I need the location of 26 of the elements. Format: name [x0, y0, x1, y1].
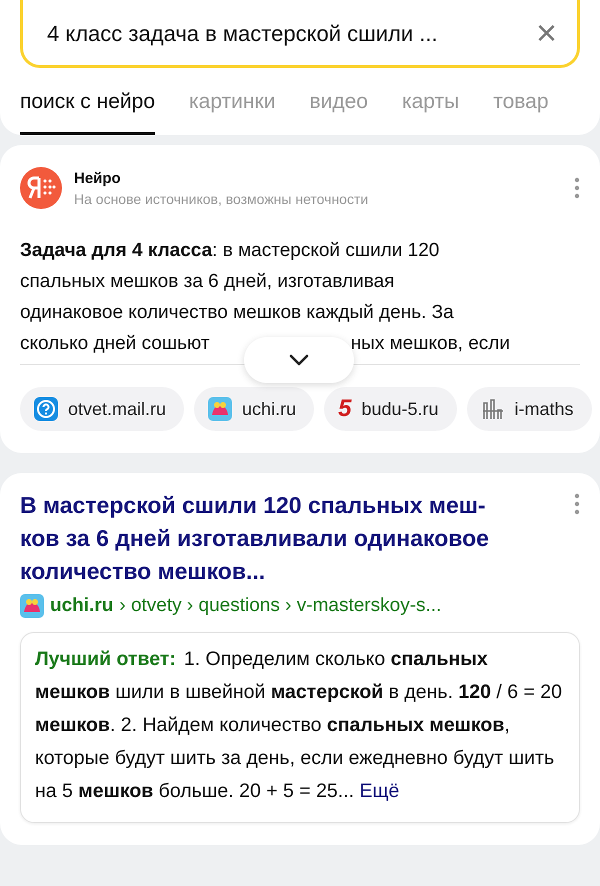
search-query: 4 класс задача в мастерской сшили ... [47, 21, 438, 48]
source-chip[interactable]: otvet.mail.ru [20, 387, 184, 431]
mascot-icon [208, 397, 232, 421]
url-path: › otvety › questions › v-masterskoy-s... [119, 595, 442, 617]
site-link[interactable]: uchi.ru [50, 595, 114, 617]
clear-button[interactable]: × [536, 15, 557, 51]
neuro-logo [20, 167, 62, 209]
more-link[interactable]: Ещё [359, 780, 400, 802]
five-logo: 5 [338, 395, 352, 423]
source-chip[interactable]: 5 budu-5.ru [324, 387, 456, 431]
site-favicon [20, 594, 44, 618]
source-chip[interactable]: uchi.ru [194, 387, 314, 431]
best-answer-text: Лучший ответ: 1. Определим сколько спальных мешков шили в швейной мастерской в день. 120 / 6 = 20 мешков. 2. Найдем количество спальных мешков, которые будут шить за день, если ежедневно будут шить на 5 мешков больше. 20 + 5 = 25... Ещё [35, 647, 563, 804]
bridge-icon [480, 397, 504, 421]
neuro-subtitle: На основе источников, возможны неточности [74, 190, 370, 206]
result-title-link[interactable]: В мастерской сшили 120 спальных меш- ков за 6 дней изготавливали одинаковое количество мешков... [20, 489, 580, 588]
chevron-down-icon [289, 354, 309, 366]
neuro-title: Нейро [74, 170, 122, 186]
more-icon[interactable] [574, 177, 580, 199]
source-chip[interactable]: i-maths [466, 387, 592, 431]
answer-text: ных мешков, если [350, 332, 510, 356]
answer-text: сколько дней сошьют [20, 332, 210, 356]
question-icon [34, 397, 58, 421]
search-field[interactable]: 4 класс задача в мастерской сшили ... × [20, 0, 580, 68]
more-icon[interactable] [574, 493, 580, 515]
search-tab[interactable]: поиск с нейро [20, 90, 156, 135]
